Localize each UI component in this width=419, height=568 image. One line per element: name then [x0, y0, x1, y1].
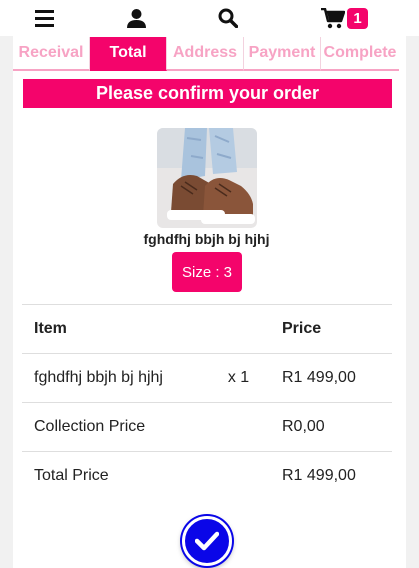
row-qty: x 1 — [207, 353, 270, 403]
row-qty — [207, 402, 270, 452]
top-bar: 1 — [0, 0, 419, 36]
row-item: Collection Price — [22, 402, 207, 452]
product-name: fghdfhj bbjh bj hjhj — [143, 231, 270, 247]
confirm-order-button[interactable] — [182, 516, 232, 566]
order-summary-table: Item Price fghdfhj bbjh bj hjhj x 1 R1 4… — [22, 304, 392, 501]
checkout-steps: Receival Total Address Payment Complete — [13, 37, 399, 71]
table-row: Collection Price R0,00 — [22, 402, 392, 452]
step-complete[interactable]: Complete — [321, 37, 399, 71]
check-icon — [195, 531, 219, 551]
header-item: Item — [22, 304, 207, 354]
table-row: Total Price R1 499,00 — [22, 451, 392, 501]
cart-icon[interactable] — [320, 6, 346, 30]
row-price: R0,00 — [270, 402, 392, 452]
menu-icon[interactable] — [34, 6, 54, 30]
step-payment[interactable]: Payment — [244, 37, 321, 71]
row-item: fghdfhj bbjh bj hjhj — [22, 353, 207, 403]
cart-count-badge[interactable]: 1 — [347, 8, 368, 29]
header-price: Price — [270, 304, 392, 354]
table-row: fghdfhj bbjh bj hjhj x 1 R1 499,00 — [22, 353, 392, 403]
table-header-row: Item Price — [22, 304, 392, 354]
header-qty — [207, 304, 270, 354]
row-item: Total Price — [22, 451, 207, 501]
right-gutter — [406, 36, 419, 568]
search-icon[interactable] — [217, 6, 239, 30]
user-icon[interactable] — [126, 6, 146, 30]
row-price: R1 499,00 — [270, 353, 392, 403]
step-address[interactable]: Address — [167, 37, 244, 71]
step-receival[interactable]: Receival — [13, 37, 90, 71]
row-price: R1 499,00 — [270, 451, 392, 501]
size-badge: Size : 3 — [172, 252, 242, 292]
step-total[interactable]: Total — [90, 37, 167, 71]
confirm-order-heading: Please confirm your order — [23, 79, 392, 108]
product-image — [157, 128, 257, 228]
row-qty — [207, 451, 270, 501]
left-gutter — [0, 36, 13, 568]
